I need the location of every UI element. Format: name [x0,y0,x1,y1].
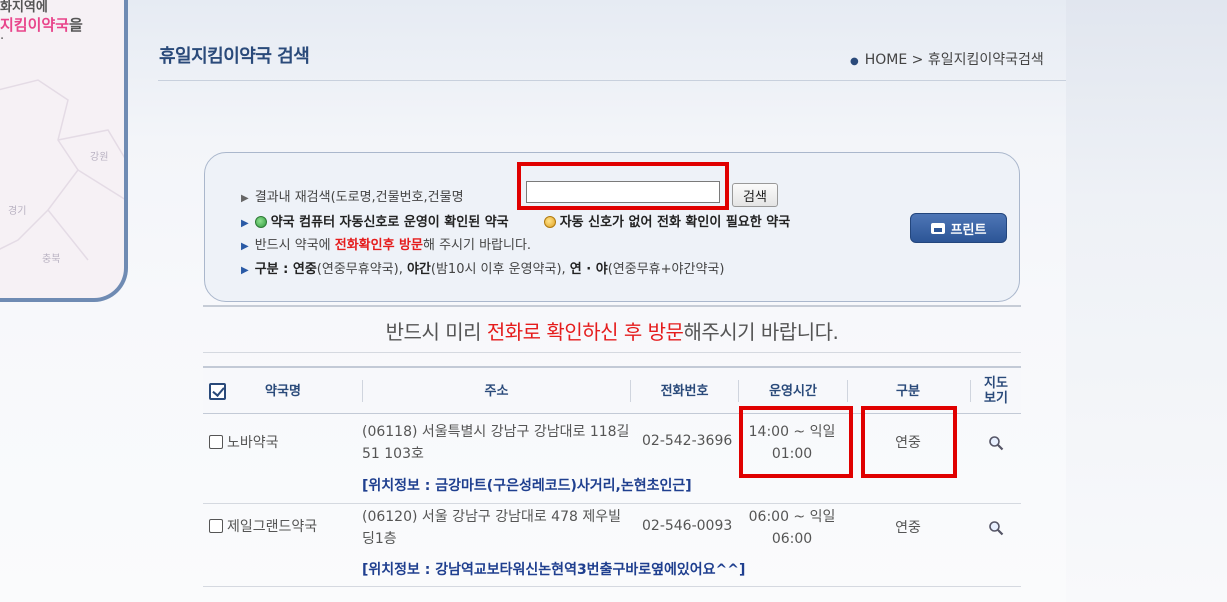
pharmacy-hours: 06:00 ~ 익일 06:00 [748,509,836,547]
map-search-icon[interactable] [988,520,1004,536]
legend-row: ▶ 약국 컴퓨터 자동신호로 운영이 확인된 약국 자동 신호가 없어 전화 확인… [241,215,791,230]
row-checkbox[interactable] [209,519,223,533]
table-row: 제일그랜드약국 (06120) 서울 강남구 강남대로 478 제우빌딩1층 [… [203,504,1021,587]
highlight-box-search [517,162,729,210]
pharmacy-address: (06120) 서울 강남구 강남대로 478 제우빌딩1층 [362,509,621,547]
breadcrumb-home[interactable]: HOME [865,52,907,68]
pharmacy-name: 제일그랜드약국 [227,519,318,535]
select-all-checkbox[interactable] [208,382,226,400]
type-legend-row: ▶ 구분 : 연중(연중무휴약국), 야간(밤10시 이후 운영약국), 연 · … [241,262,725,277]
triangle-icon: ▶ [241,265,249,276]
region-map[interactable] [0,60,128,290]
pharmacy-type: 연중 [895,520,921,536]
row-checkbox[interactable] [209,435,223,449]
col-map: 지도 보기 [984,376,1008,406]
highlight-box-hours [739,406,853,478]
highlight-box-type [861,406,957,478]
pharmacy-name: 노바약국 [227,435,279,451]
visit-notice-row: ▶ 반드시 약국에 전화확인후 방문해 주시기 바랍니다. [241,238,532,253]
search-label: 결과내 재검색(도로명,건물번호,건물명 [254,190,464,205]
green-signal-icon [254,216,267,228]
pharmacy-address: (06118) 서울특별시 강남구 강남대로 118길 51 103호 [362,424,630,462]
print-button[interactable]: 프린트 [910,213,1007,243]
region-label-chungbuk[interactable]: 충북 [42,250,60,265]
divider [203,352,1021,353]
bullet-icon: ● [850,56,859,67]
divider [203,305,1021,307]
triangle-icon: ▶ [241,193,249,204]
col-address: 주소 [484,383,509,399]
pharmacy-location: [위치정보 : 강남역교보타워신논현역3번출구바로옆에있어요^^] [362,562,746,578]
right-background [1066,0,1227,602]
region-map-panel: 화지역에 지킴이약국을 . 강원 경기 충북 [0,0,128,302]
page-title: 휴일지킴이약국 검색 [159,46,310,67]
breadcrumb-current: 휴일지킴이약국검색 [927,52,1044,68]
pharmacy-phone: 02-542-3696 [642,433,733,449]
printer-icon [930,222,945,234]
region-label-gangwon[interactable]: 강원 [90,148,108,163]
pharmacy-location: [위치정보 : 금강마트(구은성레코드)사거리,논현초인근] [362,478,692,494]
col-phone: 전화번호 [660,383,709,399]
col-name: 약국명 [265,383,301,399]
orange-signal-icon [543,216,556,228]
visit-notice-banner: 반드시 미리 전화로 확인하신 후 방문해주시기 바랍니다. [385,320,839,344]
map-search-icon[interactable] [988,435,1004,451]
map-intro-highlight: 지킴이약국을 [0,16,83,34]
breadcrumb: ● HOME > 휴일지킴이약국검색 [850,52,1044,68]
triangle-icon: ▶ [241,241,249,252]
region-label-gyeonggi[interactable]: 경기 [8,202,26,217]
search-button[interactable]: 검색 [732,183,778,207]
pharmacy-phone: 02-546-0093 [642,518,733,534]
map-intro-text: 화지역에 [0,0,48,15]
divider [158,80,1066,81]
search-label-row: ▶ 결과내 재검색(도로명,건물번호,건물명 [241,186,464,205]
triangle-icon: ▶ [241,218,249,229]
